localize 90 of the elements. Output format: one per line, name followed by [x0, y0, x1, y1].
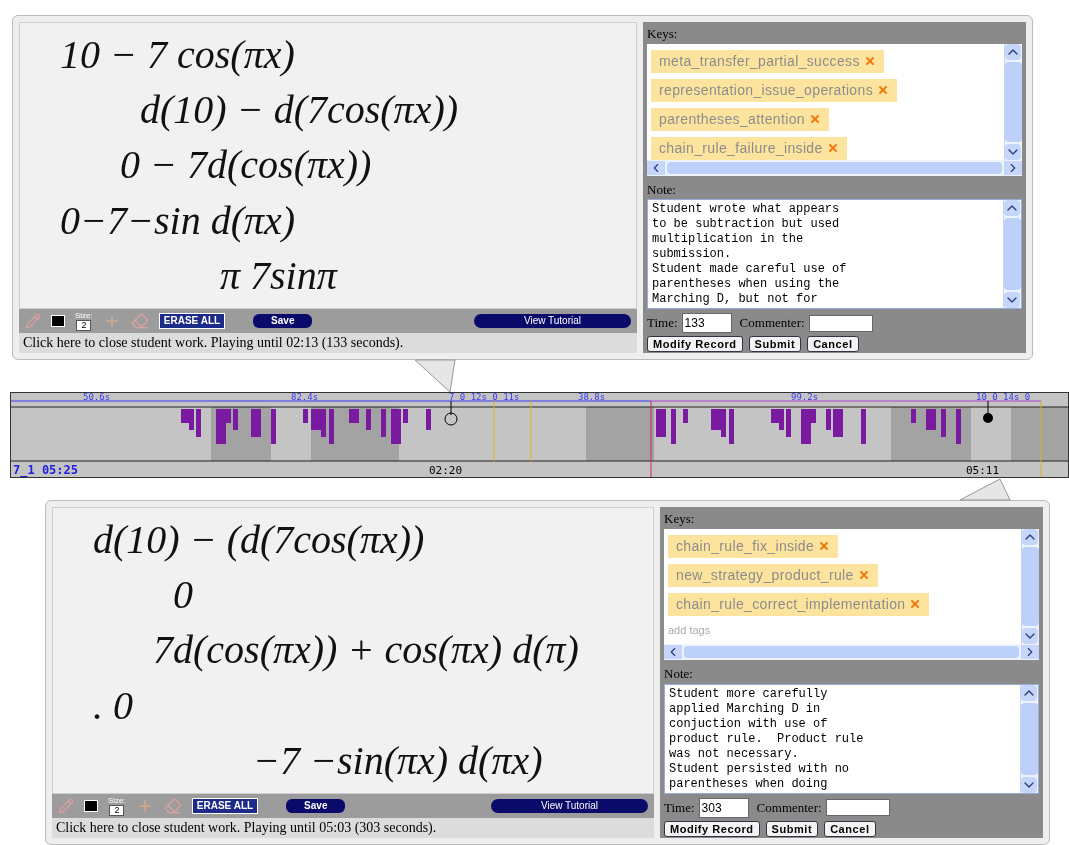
keys-label: Keys: [647, 25, 679, 43]
form-button[interactable]: Modify Record [664, 820, 760, 837]
handwritten-line: 0−7−sin d(πx) [60, 197, 297, 244]
color-swatch[interactable] [51, 315, 65, 327]
form-button[interactable]: Submit [748, 336, 802, 352]
time-field[interactable]: 133 [681, 313, 732, 333]
tag-label: parentheses_attention [659, 109, 805, 129]
scroll-left-icon[interactable] [647, 160, 665, 175]
save-button[interactable]: Save [286, 799, 346, 813]
size-field[interactable]: 2 [76, 319, 92, 331]
time-mark: 02:20 [429, 464, 463, 477]
tag-label: meta_transfer_partial_success [659, 51, 860, 71]
remove-tag-icon[interactable] [877, 84, 889, 96]
handwritten-line: 0 [172, 572, 194, 619]
scroll-down-icon[interactable] [1021, 776, 1037, 793]
view-tutorial-button[interactable]: View Tutorial [473, 314, 631, 328]
view-tutorial-button[interactable]: View Tutorial [490, 799, 648, 813]
remove-tag-icon[interactable] [863, 55, 876, 67]
duration-label: 82.4s [291, 393, 319, 402]
vertical-scrollbar[interactable] [1021, 528, 1039, 644]
close-work-link[interactable]: Click here to close student work. Playing until 02:13 (133 seconds). [19, 333, 637, 353]
scroll-down-icon[interactable] [1005, 143, 1021, 160]
scroll-down-icon[interactable] [1004, 292, 1020, 308]
scroll-right-icon[interactable] [1021, 645, 1039, 659]
commenter-label: Commenter: [756, 798, 822, 817]
scroll-up-icon[interactable] [1005, 43, 1021, 60]
handwritten-line: 7d(cos(πx)) + cos(πx) d(π) [152, 627, 580, 674]
time-mark: 05:11 [966, 464, 1000, 477]
save-button[interactable]: Save [253, 314, 313, 328]
playhead-marker[interactable] [983, 400, 993, 423]
duration-label: 7 0 12s 0 11s [449, 393, 520, 402]
drawing-canvas[interactable]: d(10) − (d(7cos(πx)) 0 7d(cos(πx)) + cos(πx) d(π) . 0 −7 −sin(πx) d(πx) [52, 507, 654, 794]
horizontal-scrollbar[interactable] [664, 644, 1039, 660]
remove-tag-icon[interactable] [808, 113, 821, 125]
tag-label: chain_rule_failure_inside [659, 138, 823, 158]
remove-tag-icon[interactable] [909, 598, 922, 610]
form-button[interactable]: Cancel [807, 336, 859, 352]
horizontal-scrollbar[interactable] [647, 159, 1022, 176]
commenter-label: Commenter: [739, 314, 805, 333]
erase-all-button[interactable]: ERASE ALL [158, 313, 226, 329]
close-work-link[interactable]: Click here to close student work. Playing until 05:03 (303 seconds). [52, 818, 654, 838]
size-field[interactable]: 2 [109, 804, 125, 816]
keys-label: Keys: [664, 510, 696, 528]
vertical-scrollbar[interactable] [1004, 43, 1022, 160]
color-swatch[interactable] [84, 800, 98, 812]
remove-tag-icon[interactable] [818, 540, 831, 552]
note-label: Note: [647, 180, 677, 199]
vertical-scrollbar[interactable] [1003, 200, 1021, 308]
tag-label: representation_issue_operations [659, 80, 873, 100]
form-button[interactable]: Modify Record [647, 336, 743, 352]
scroll-up-icon[interactable] [1021, 684, 1037, 701]
commenter-field[interactable] [825, 799, 890, 816]
remove-tag-icon[interactable] [826, 142, 839, 154]
note-field[interactable]: Student wrote what appears to be subtraction but used multiplication in the submission. Student made careful use of parentheses when using the Marching D, but not for [647, 199, 1022, 309]
commenter-field[interactable] [808, 314, 873, 332]
scroll-left-icon[interactable] [664, 645, 682, 659]
drawing-canvas[interactable]: 10 − 7 cos(πx) d(10) − d(7cos(πx)) 0 − 7d(cos(πx)) 0−7−sin d(πx) π 7sinπ [19, 22, 637, 309]
size-label: Size: [75, 311, 93, 320]
timeline-track[interactable]: 50.6s 82.4s 7 0 12s 0 11s 38.8s 99.2s 10 0 14s 0 7_1 05:25 02:20 05:11 [10, 392, 1069, 478]
handwritten-line: . 0 [93, 682, 134, 729]
scroll-up-icon[interactable] [1004, 200, 1020, 216]
scroll-right-icon[interactable] [1004, 160, 1022, 175]
duration-label: 99.2s [791, 393, 819, 402]
playhead-marker[interactable] [444, 400, 458, 426]
duration-label: 38.8s [578, 393, 606, 402]
note-field[interactable]: Student more carefully applied Marching D in conjuction with use of product rule. Product rule was not necessary. Student persisted with no parentheses when doing [664, 683, 1039, 794]
tag-label: chain_rule_fix_inside [676, 536, 815, 556]
session-label: 7_1 05:25 [13, 463, 79, 477]
tag-label: chain_rule_correct_implementation [676, 594, 906, 614]
handwritten-line: 0 − 7d(cos(πx)) [119, 142, 373, 189]
tag-label: new_strategy_product_rule [676, 565, 854, 585]
form-button[interactable]: Submit [765, 820, 819, 837]
handwritten-line: 10 − 7 cos(πx) [60, 31, 296, 78]
handwritten-line: d(10) − (d(7cos(πx)) [93, 516, 426, 563]
time-label: Time: [664, 798, 695, 817]
remove-tag-icon[interactable] [857, 569, 870, 581]
erase-all-button[interactable]: ERASE ALL [191, 798, 259, 814]
form-button[interactable]: Cancel [824, 820, 876, 837]
handwritten-line: −7 −sin(πx) d(πx) [252, 738, 544, 785]
scroll-down-icon[interactable] [1022, 628, 1038, 644]
vertical-scrollbar[interactable] [1020, 684, 1038, 793]
duration-label: 10 0 14s 0 [976, 393, 1031, 402]
handwritten-line: π 7sinπ [219, 253, 339, 300]
time-field[interactable]: 303 [698, 797, 749, 818]
size-label: Size: [108, 796, 126, 805]
duration-label: 50.6s [83, 393, 111, 402]
time-label: Time: [647, 314, 678, 333]
scroll-up-icon[interactable] [1022, 528, 1038, 545]
note-label: Note: [664, 665, 694, 683]
handwritten-line: d(10) − d(7cos(πx)) [139, 87, 460, 134]
